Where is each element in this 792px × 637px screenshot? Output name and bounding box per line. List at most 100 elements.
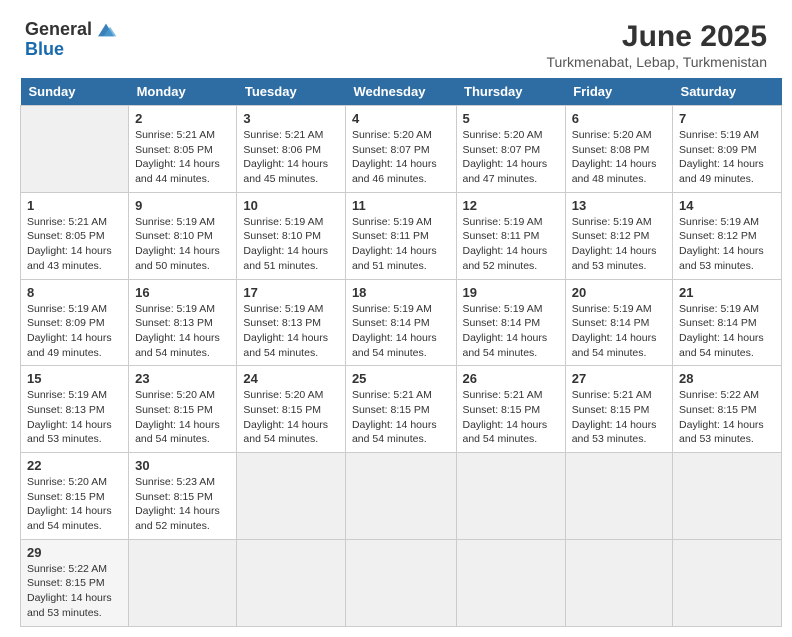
day-number: 8 <box>27 285 122 300</box>
table-row <box>565 539 672 626</box>
day-number: 7 <box>679 111 775 126</box>
day-number: 9 <box>135 198 230 213</box>
day-number: 29 <box>27 545 122 560</box>
day-info: Sunrise: 5:19 AM Sunset: 8:14 PM Dayligh… <box>679 302 775 361</box>
day-info: Sunrise: 5:20 AM Sunset: 8:15 PM Dayligh… <box>135 388 230 447</box>
day-number: 15 <box>27 371 122 386</box>
day-number: 28 <box>679 371 775 386</box>
header-saturday: Saturday <box>673 78 782 106</box>
calendar-row: 8 Sunrise: 5:19 AM Sunset: 8:09 PM Dayli… <box>21 279 782 366</box>
header-friday: Friday <box>565 78 672 106</box>
day-number: 30 <box>135 458 230 473</box>
day-number: 25 <box>352 371 450 386</box>
day-number: 18 <box>352 285 450 300</box>
day-info: Sunrise: 5:19 AM Sunset: 8:11 PM Dayligh… <box>463 215 559 274</box>
table-row: 21 Sunrise: 5:19 AM Sunset: 8:14 PM Dayl… <box>673 279 782 366</box>
day-number: 1 <box>27 198 122 213</box>
day-info: Sunrise: 5:20 AM Sunset: 8:07 PM Dayligh… <box>463 128 559 187</box>
table-row: 20 Sunrise: 5:19 AM Sunset: 8:14 PM Dayl… <box>565 279 672 366</box>
calendar-row: 2 Sunrise: 5:21 AM Sunset: 8:05 PM Dayli… <box>21 106 782 193</box>
header-tuesday: Tuesday <box>237 78 346 106</box>
table-row <box>345 453 456 540</box>
table-row: 26 Sunrise: 5:21 AM Sunset: 8:15 PM Dayl… <box>456 366 565 453</box>
table-row: 25 Sunrise: 5:21 AM Sunset: 8:15 PM Dayl… <box>345 366 456 453</box>
header-monday: Monday <box>129 78 237 106</box>
day-info: Sunrise: 5:19 AM Sunset: 8:14 PM Dayligh… <box>463 302 559 361</box>
day-number: 22 <box>27 458 122 473</box>
table-row: 13 Sunrise: 5:19 AM Sunset: 8:12 PM Dayl… <box>565 192 672 279</box>
day-info: Sunrise: 5:20 AM Sunset: 8:15 PM Dayligh… <box>27 475 122 534</box>
table-row <box>237 453 346 540</box>
day-number: 27 <box>572 371 666 386</box>
table-row: 5 Sunrise: 5:20 AM Sunset: 8:07 PM Dayli… <box>456 106 565 193</box>
table-row: 15 Sunrise: 5:19 AM Sunset: 8:13 PM Dayl… <box>21 366 129 453</box>
day-number: 5 <box>463 111 559 126</box>
header-thursday: Thursday <box>456 78 565 106</box>
day-number: 13 <box>572 198 666 213</box>
day-info: Sunrise: 5:19 AM Sunset: 8:09 PM Dayligh… <box>679 128 775 187</box>
table-row: 9 Sunrise: 5:19 AM Sunset: 8:10 PM Dayli… <box>129 192 237 279</box>
day-info: Sunrise: 5:19 AM Sunset: 8:14 PM Dayligh… <box>352 302 450 361</box>
header-sunday: Sunday <box>21 78 129 106</box>
table-row: 10 Sunrise: 5:19 AM Sunset: 8:10 PM Dayl… <box>237 192 346 279</box>
day-info: Sunrise: 5:21 AM Sunset: 8:05 PM Dayligh… <box>27 215 122 274</box>
table-row: 30 Sunrise: 5:23 AM Sunset: 8:15 PM Dayl… <box>129 453 237 540</box>
table-row <box>21 106 129 193</box>
table-row: 8 Sunrise: 5:19 AM Sunset: 8:09 PM Dayli… <box>21 279 129 366</box>
day-info: Sunrise: 5:21 AM Sunset: 8:15 PM Dayligh… <box>352 388 450 447</box>
day-info: Sunrise: 5:19 AM Sunset: 8:14 PM Dayligh… <box>572 302 666 361</box>
day-number: 2 <box>135 111 230 126</box>
day-number: 23 <box>135 371 230 386</box>
day-info: Sunrise: 5:20 AM Sunset: 8:15 PM Dayligh… <box>243 388 339 447</box>
day-info: Sunrise: 5:19 AM Sunset: 8:13 PM Dayligh… <box>135 302 230 361</box>
location: Turkmenabat, Lebap, Turkmenistan <box>547 54 768 70</box>
day-info: Sunrise: 5:19 AM Sunset: 8:11 PM Dayligh… <box>352 215 450 274</box>
day-info: Sunrise: 5:20 AM Sunset: 8:08 PM Dayligh… <box>572 128 666 187</box>
table-row <box>456 539 565 626</box>
table-row <box>345 539 456 626</box>
table-row <box>673 453 782 540</box>
table-row: 23 Sunrise: 5:20 AM Sunset: 8:15 PM Dayl… <box>129 366 237 453</box>
table-row: 12 Sunrise: 5:19 AM Sunset: 8:11 PM Dayl… <box>456 192 565 279</box>
day-number: 17 <box>243 285 339 300</box>
logo: General Blue <box>25 20 118 60</box>
day-info: Sunrise: 5:19 AM Sunset: 8:09 PM Dayligh… <box>27 302 122 361</box>
day-info: Sunrise: 5:19 AM Sunset: 8:13 PM Dayligh… <box>27 388 122 447</box>
table-row <box>237 539 346 626</box>
day-info: Sunrise: 5:19 AM Sunset: 8:13 PM Dayligh… <box>243 302 339 361</box>
calendar-table: Sunday Monday Tuesday Wednesday Thursday… <box>20 78 782 627</box>
title-area: June 2025 Turkmenabat, Lebap, Turkmenist… <box>547 20 768 70</box>
table-row: 2 Sunrise: 5:21 AM Sunset: 8:05 PM Dayli… <box>129 106 237 193</box>
table-row: 17 Sunrise: 5:19 AM Sunset: 8:13 PM Dayl… <box>237 279 346 366</box>
logo-general: General <box>25 20 92 40</box>
day-number: 16 <box>135 285 230 300</box>
table-row: 3 Sunrise: 5:21 AM Sunset: 8:06 PM Dayli… <box>237 106 346 193</box>
month-year: June 2025 <box>547 20 768 54</box>
day-number: 20 <box>572 285 666 300</box>
day-info: Sunrise: 5:23 AM Sunset: 8:15 PM Dayligh… <box>135 475 230 534</box>
calendar-row: 29 Sunrise: 5:22 AM Sunset: 8:15 PM Dayl… <box>21 539 782 626</box>
page-header: General Blue June 2025 Turkmenabat, Leba… <box>10 10 782 78</box>
table-row: 29 Sunrise: 5:22 AM Sunset: 8:15 PM Dayl… <box>21 539 129 626</box>
calendar-row: 15 Sunrise: 5:19 AM Sunset: 8:13 PM Dayl… <box>21 366 782 453</box>
day-info: Sunrise: 5:19 AM Sunset: 8:10 PM Dayligh… <box>243 215 339 274</box>
table-row: 7 Sunrise: 5:19 AM Sunset: 8:09 PM Dayli… <box>673 106 782 193</box>
table-row: 4 Sunrise: 5:20 AM Sunset: 8:07 PM Dayli… <box>345 106 456 193</box>
table-row: 28 Sunrise: 5:22 AM Sunset: 8:15 PM Dayl… <box>673 366 782 453</box>
day-info: Sunrise: 5:19 AM Sunset: 8:12 PM Dayligh… <box>679 215 775 274</box>
logo-blue: Blue <box>25 40 118 60</box>
table-row: 27 Sunrise: 5:21 AM Sunset: 8:15 PM Dayl… <box>565 366 672 453</box>
table-row: 14 Sunrise: 5:19 AM Sunset: 8:12 PM Dayl… <box>673 192 782 279</box>
day-number: 21 <box>679 285 775 300</box>
logo-icon <box>94 20 118 40</box>
day-info: Sunrise: 5:21 AM Sunset: 8:15 PM Dayligh… <box>572 388 666 447</box>
day-info: Sunrise: 5:20 AM Sunset: 8:07 PM Dayligh… <box>352 128 450 187</box>
weekday-header-row: Sunday Monday Tuesday Wednesday Thursday… <box>21 78 782 106</box>
day-number: 26 <box>463 371 559 386</box>
calendar-row: 22 Sunrise: 5:20 AM Sunset: 8:15 PM Dayl… <box>21 453 782 540</box>
table-row: 16 Sunrise: 5:19 AM Sunset: 8:13 PM Dayl… <box>129 279 237 366</box>
header-wednesday: Wednesday <box>345 78 456 106</box>
day-info: Sunrise: 5:19 AM Sunset: 8:12 PM Dayligh… <box>572 215 666 274</box>
table-row <box>565 453 672 540</box>
table-row <box>129 539 237 626</box>
